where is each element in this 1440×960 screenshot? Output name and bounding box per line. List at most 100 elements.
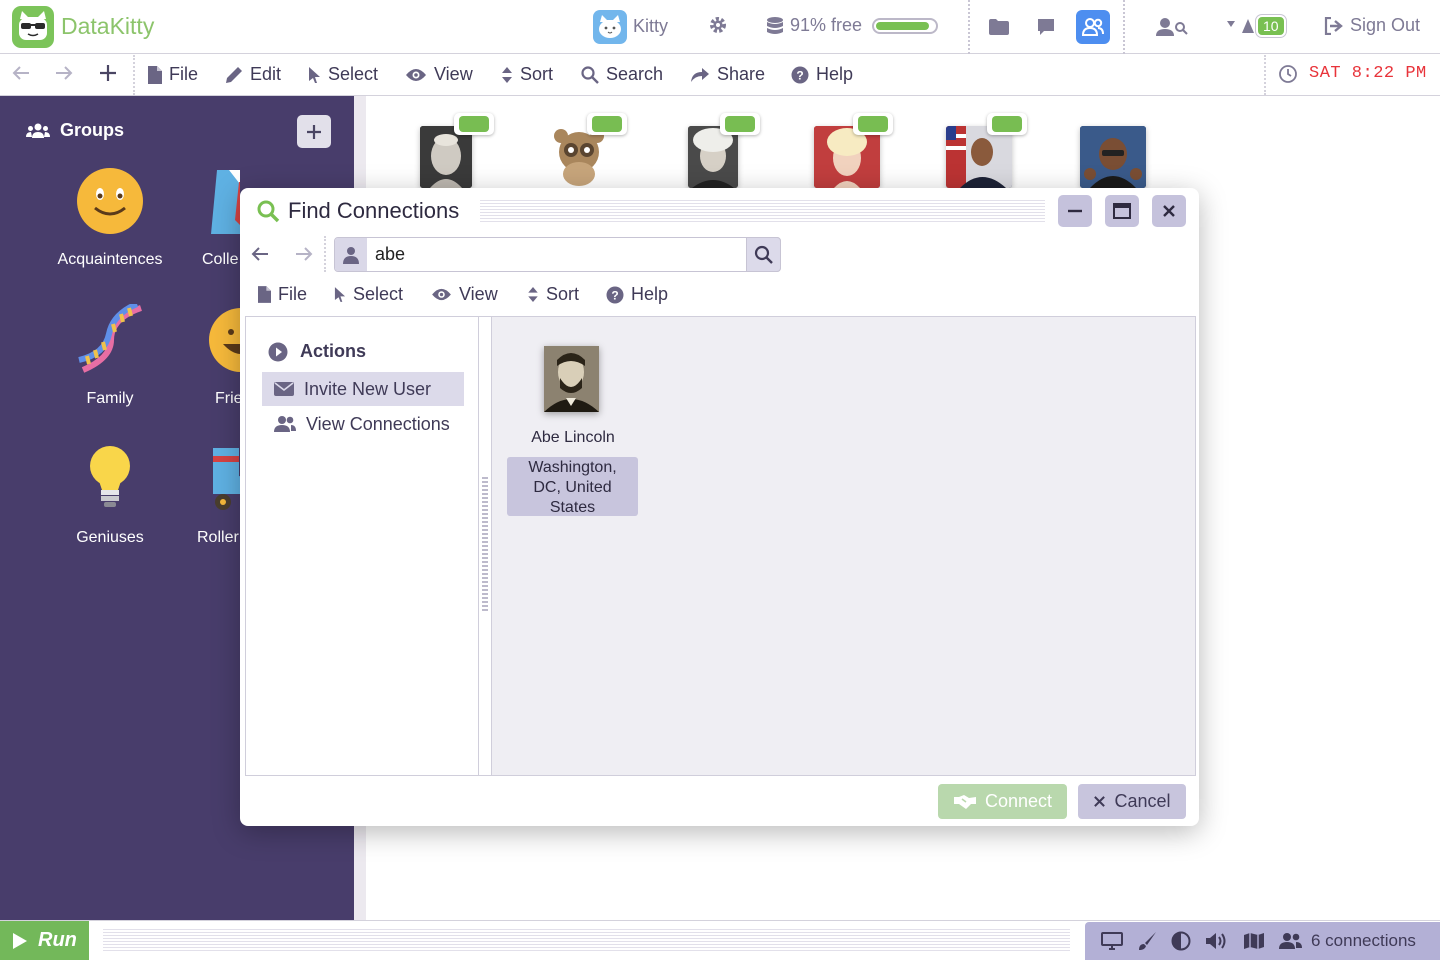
menu-help[interactable]: ? Help [791, 64, 853, 85]
handshake-icon [953, 794, 977, 810]
envelope-icon [274, 381, 294, 397]
dialog-menu-select[interactable]: Select [334, 284, 403, 305]
app-logo-icon[interactable] [12, 6, 54, 48]
friend-smiley-icon[interactable] [209, 308, 240, 372]
menu-view[interactable]: View [405, 64, 473, 85]
minimize-button[interactable] [1058, 195, 1092, 227]
menu-select-label: Select [328, 64, 379, 84]
menu-select[interactable]: Select [308, 64, 378, 85]
dialog-menu-view[interactable]: View [431, 284, 498, 305]
shirt-tie-icon[interactable] [209, 168, 240, 234]
connection-thumbnail[interactable] [549, 126, 609, 188]
storage-indicator[interactable]: 91% free [766, 15, 939, 36]
actions-header[interactable]: Actions [268, 341, 366, 362]
user-avatar-icon[interactable] [593, 10, 627, 44]
menu-sort[interactable]: Sort [501, 64, 553, 85]
group-geniuses[interactable]: Geniuses [45, 529, 175, 547]
folder-icon[interactable] [982, 10, 1016, 44]
menu-help-label: Help [816, 64, 854, 84]
group-friends[interactable]: Frie [215, 390, 240, 408]
file-icon [258, 286, 271, 303]
people-icon[interactable] [1076, 10, 1110, 44]
chat-icon[interactable] [1029, 10, 1063, 44]
connection-thumbnail[interactable] [688, 126, 738, 188]
menu-file-label: File [169, 64, 199, 84]
run-label: Run [38, 929, 77, 951]
share-icon [690, 67, 710, 83]
connection-thumbnail[interactable] [946, 126, 1012, 188]
maximize-button[interactable] [1105, 195, 1139, 227]
invite-new-user-action[interactable]: Invite New User [262, 372, 464, 406]
sign-out-label: Sign Out [1350, 15, 1421, 35]
user-search-icon[interactable] [1154, 10, 1190, 44]
contrast-icon[interactable] [1171, 931, 1191, 951]
dna-icon[interactable] [75, 304, 145, 374]
add-group-button[interactable] [297, 115, 331, 148]
title-bar-drag-area[interactable] [480, 200, 1045, 223]
menu-edit[interactable]: Edit [225, 64, 281, 85]
search-submit-button[interactable] [746, 237, 781, 272]
menu-search[interactable]: Search [581, 64, 663, 85]
username-label[interactable]: Kitty [633, 16, 668, 37]
connect-button[interactable]: Connect [938, 784, 1067, 819]
roller-skate-icon[interactable] [209, 446, 240, 512]
group-family[interactable]: Family [45, 390, 175, 408]
connections-count[interactable]: 6 connections [1279, 931, 1416, 951]
user-filter-icon[interactable] [335, 238, 367, 271]
lightbulb-icon[interactable] [88, 446, 132, 512]
clock-widget[interactable]: SAT 8:22 PM [1279, 64, 1427, 83]
divider [968, 0, 970, 54]
connection-thumbnail[interactable] [814, 126, 880, 188]
play-icon [12, 932, 28, 950]
dialog-menu-view-label: View [459, 284, 498, 304]
sort-icon [527, 286, 539, 303]
group-acquaintences[interactable]: Acquaintences [45, 251, 175, 269]
map-icon[interactable] [1243, 932, 1265, 950]
dialog-menu-help[interactable]: ? Help [606, 284, 668, 305]
plus-icon[interactable] [99, 63, 117, 83]
notification-icon[interactable]: 10 [1226, 15, 1286, 37]
forward-arrow-icon[interactable] [54, 63, 74, 83]
dialog-title-bar: Find Connections [256, 198, 459, 224]
pencil-icon [225, 66, 243, 84]
back-arrow-icon[interactable] [250, 245, 270, 263]
result-name[interactable]: Abe Lincoln [508, 429, 638, 447]
smiley-icon[interactable] [77, 168, 143, 234]
people-icon [1279, 932, 1303, 950]
connection-thumbnail[interactable] [420, 126, 472, 188]
taskbar-area [103, 929, 1070, 952]
back-arrow-icon[interactable] [11, 63, 31, 83]
volume-icon[interactable] [1205, 932, 1229, 950]
divider [324, 236, 326, 272]
connection-thumbnail[interactable] [1080, 126, 1146, 188]
group-colleagues[interactable]: Colle [202, 251, 240, 269]
connect-label: Connect [984, 791, 1053, 811]
result-location[interactable]: Washington, DC, United States [507, 457, 638, 516]
group-roller[interactable]: Roller [197, 529, 240, 547]
actions-pane: Actions Invite New User View Connections [245, 316, 479, 776]
clock-time: SAT 8:22 PM [1309, 64, 1427, 83]
menu-share-label: Share [717, 64, 766, 84]
sign-out-button[interactable]: Sign Out [1324, 15, 1420, 36]
menu-file[interactable]: File [148, 64, 198, 85]
divider [1123, 0, 1125, 54]
cancel-button[interactable]: Cancel [1078, 784, 1186, 819]
result-photo[interactable] [544, 346, 599, 412]
dialog-menu-file[interactable]: File [258, 284, 307, 305]
monitor-icon[interactable] [1101, 932, 1123, 950]
brush-icon[interactable] [1137, 931, 1157, 951]
notification-count-badge: 10 [1256, 15, 1286, 37]
search-input[interactable] [368, 238, 745, 271]
storage-bar [872, 17, 939, 34]
forward-arrow-icon[interactable] [294, 245, 314, 263]
people-icon [274, 415, 296, 433]
pane-splitter[interactable] [479, 316, 491, 776]
dialog-menu-sort[interactable]: Sort [527, 284, 579, 305]
menu-share[interactable]: Share [690, 64, 765, 85]
view-connections-action[interactable]: View Connections [262, 407, 464, 441]
search-results-pane: Abe Lincoln Washington, DC, United State… [491, 316, 1196, 776]
close-button[interactable] [1152, 195, 1186, 227]
help-icon: ? [791, 66, 809, 84]
run-button[interactable]: Run [0, 921, 89, 960]
gear-icon[interactable] [708, 15, 728, 35]
